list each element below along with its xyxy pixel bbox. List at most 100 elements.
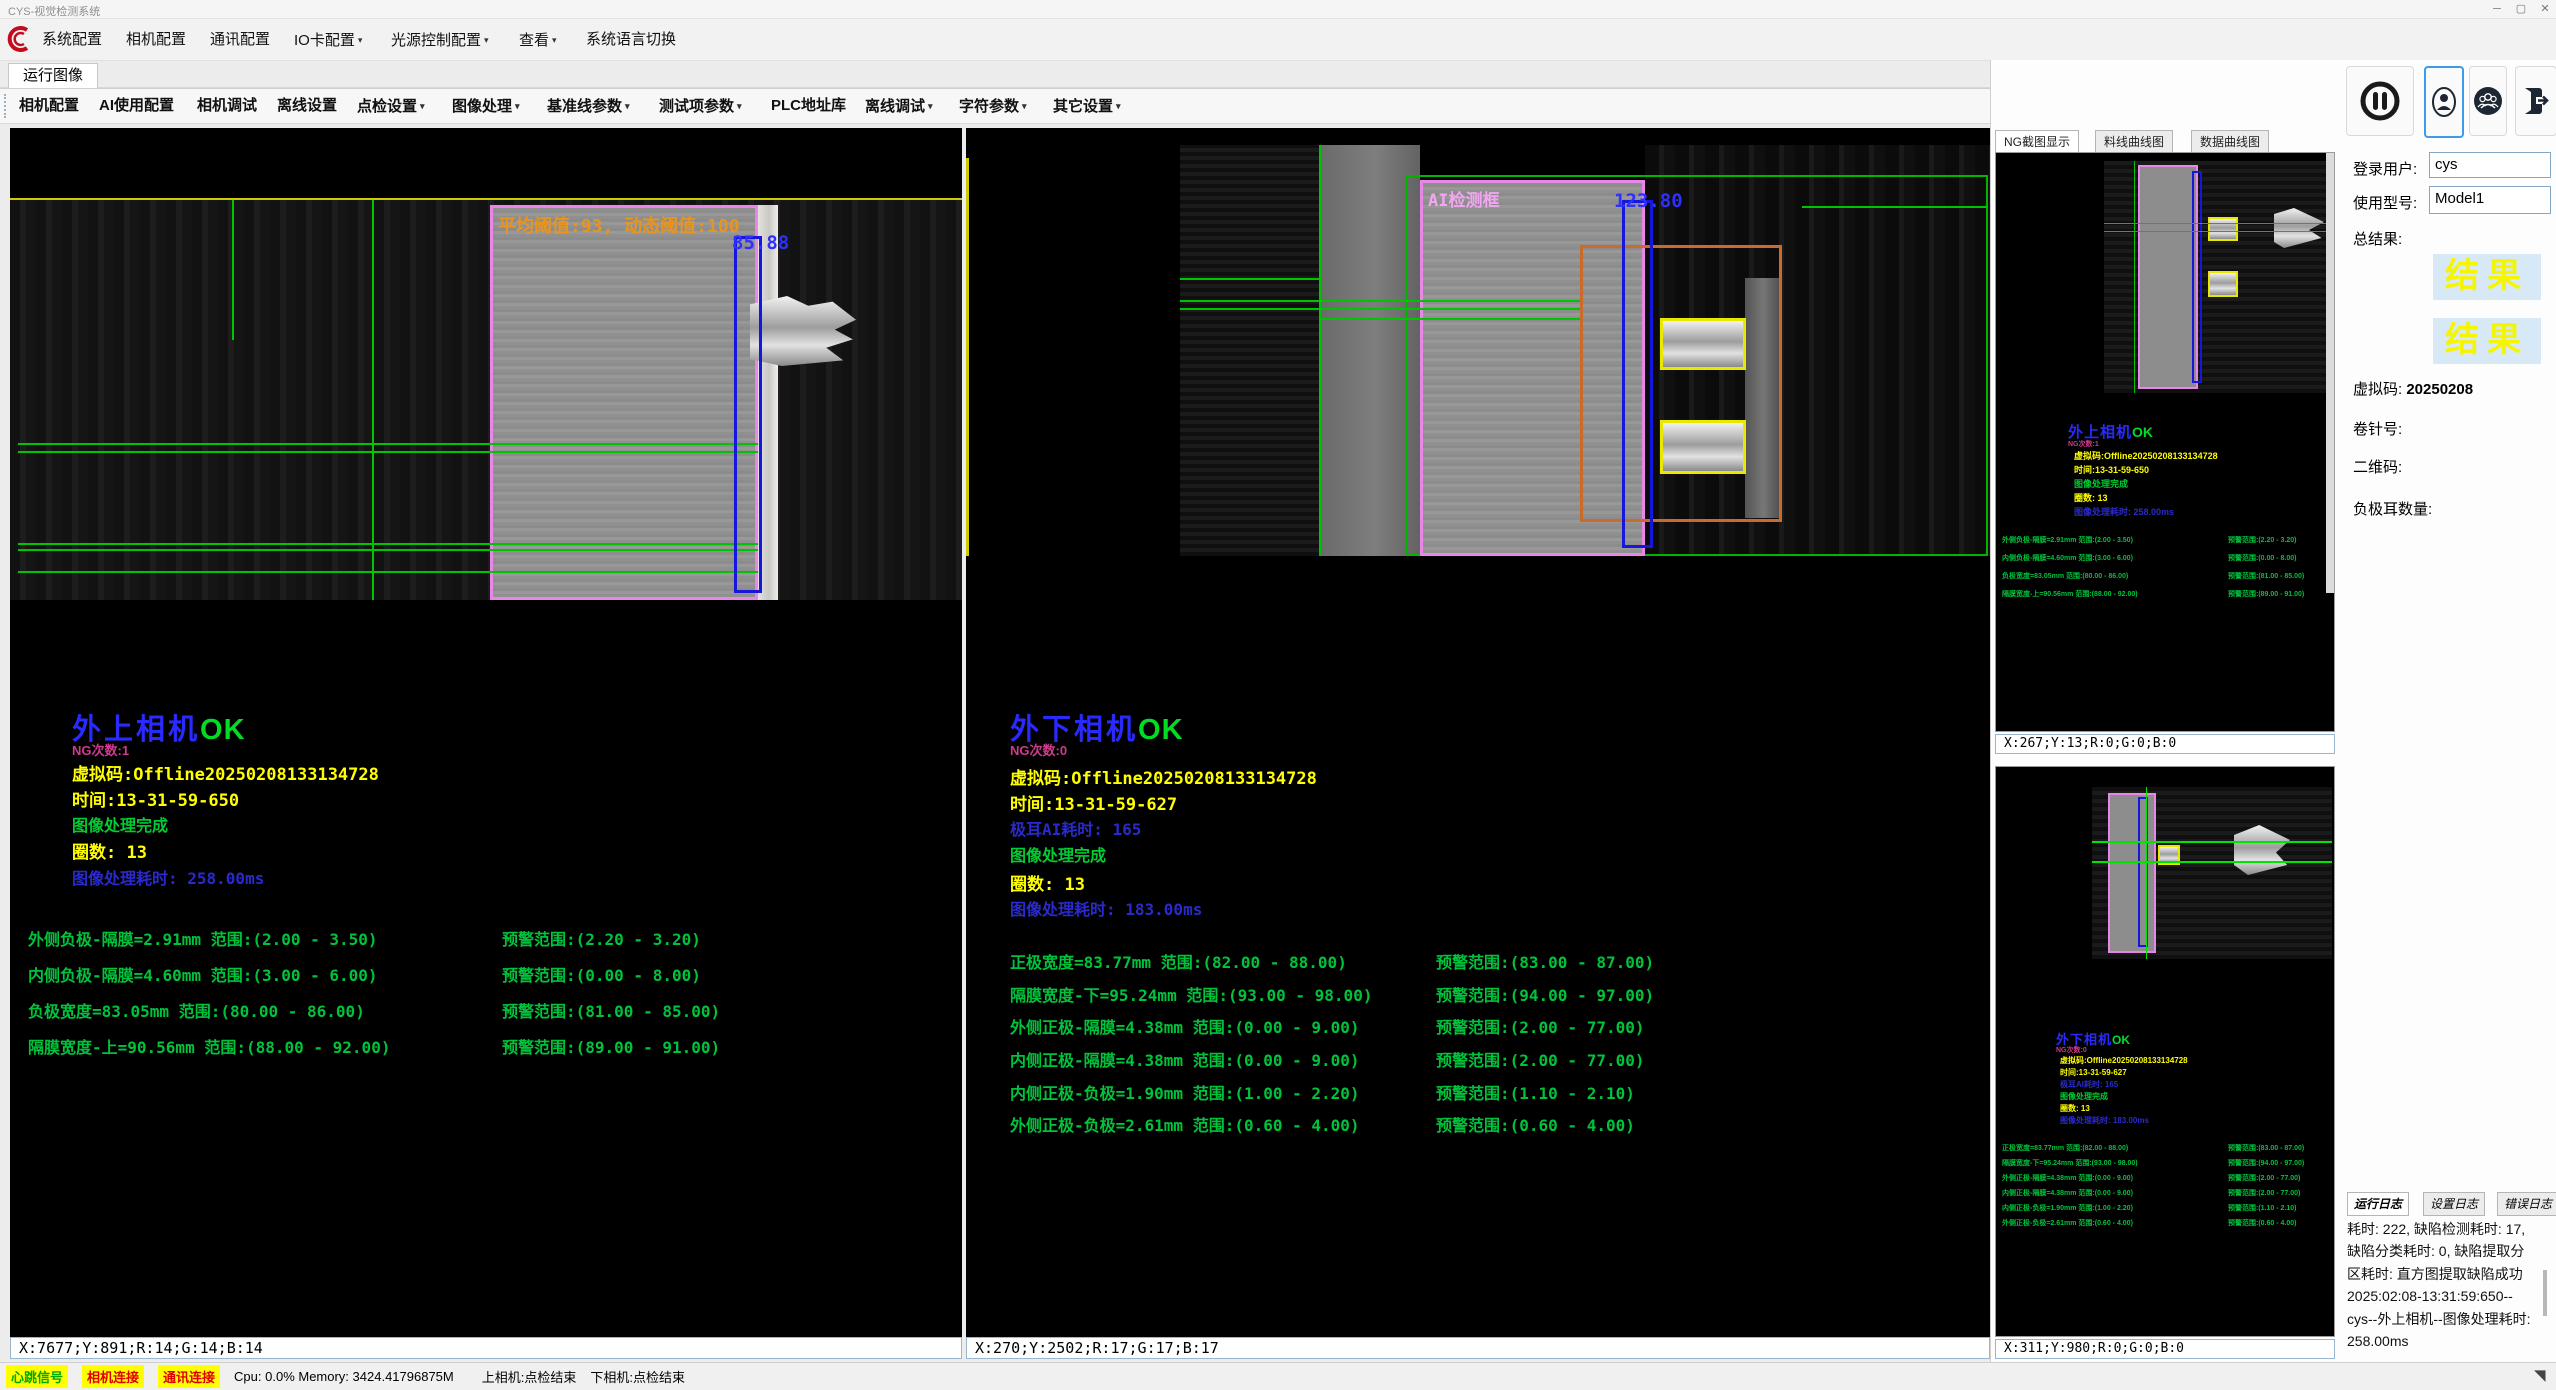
users-group-button[interactable]: [2469, 66, 2507, 136]
tab-error-log[interactable]: 错误日志: [2497, 1192, 2556, 1216]
tool-char-params[interactable]: 字符参数▾: [952, 94, 1034, 118]
menu-camera-config[interactable]: 相机配置: [120, 29, 192, 51]
tool-baseline-params[interactable]: 基准线参数▾: [540, 94, 637, 118]
tab-ng-display[interactable]: NG截图显示: [1995, 130, 2079, 154]
chevron-down-icon: ▾: [1116, 101, 1121, 111]
mini-done-text: 图像处理完成: [2074, 477, 2128, 490]
mini-loops-text: 圈数: 13: [2074, 491, 2108, 504]
lower-camera-check-text: 下相机:点检结束: [590, 1367, 685, 1386]
ng-count-text: NG次数:1: [72, 740, 129, 759]
menu-language-switch[interactable]: 系统语言切换: [580, 29, 682, 51]
thumbnail-scrollbar[interactable]: [2326, 153, 2334, 593]
log-scrollbar[interactable]: [2543, 1270, 2547, 1316]
tab-run-log[interactable]: 运行日志: [2347, 1192, 2409, 1216]
maximize-button[interactable]: ▢: [2510, 1, 2532, 17]
green-horizontal-line: [1802, 206, 1988, 208]
model-label: 使用型号:: [2353, 192, 2417, 213]
mini-time-text: 时间:13-31-59-627: [2060, 1067, 2127, 1078]
menu-io-config[interactable]: IO卡配置▾: [288, 29, 368, 51]
sidebar: NG截图显示 料线曲线图 数据曲线图 外上相机OK NG次数:1 虚拟码:Off…: [1990, 60, 2556, 1362]
green-horizontal-line: [1180, 278, 1320, 280]
yellow-tab-box: [1660, 318, 1746, 370]
tool-ai-use-config[interactable]: AI使用配置: [92, 94, 181, 118]
mini-measurement-row: 隔膜宽度-上=90.56mm 范围:(88.00 - 92.00)预警范围:(8…: [2002, 589, 2138, 599]
loop-count-text: 圈数: 13: [72, 838, 147, 863]
mini-measurement-row: 隔膜宽度-下=95.24mm 范围:(93.00 - 98.00)预警范围:(9…: [2002, 1158, 2138, 1168]
lower-camera-image-panel[interactable]: AI检测框 123.80 外下相机OK NG次数:0 虚拟码:Offline20…: [966, 128, 1990, 1337]
tool-test-item-params[interactable]: 测试项参数▾: [652, 94, 749, 118]
toolbar-grip-handle[interactable]: [4, 94, 10, 118]
tab-material-curve[interactable]: 料线曲线图: [2095, 130, 2173, 154]
menu-bar: 系统配置 相机配置 通讯配置 IO卡配置▾ 光源控制配置▾ 查看▾ 系统语言切换: [0, 19, 2556, 61]
process-done-text: 图像处理完成: [72, 812, 168, 836]
tab-data-curve[interactable]: 数据曲线图: [2191, 130, 2269, 154]
chevron-down-icon: ▾: [737, 101, 742, 111]
resize-grip-icon[interactable]: ◥: [2534, 1366, 2552, 1386]
pin-number-label: 卷针号:: [2353, 418, 2402, 439]
yellow-reference-line: [10, 198, 962, 200]
mini-code-text: 虚拟码:Offline20250208133134728: [2060, 1055, 2188, 1066]
measurement-row: 外侧负极-隔膜=2.91mm 范围:(2.00 - 3.50)预警范围:(2.2…: [28, 926, 378, 950]
user-login-button[interactable]: [2424, 66, 2464, 138]
tool-offline-debug[interactable]: 离线调试▾: [858, 94, 940, 118]
virtual-code-row: 虚拟码: 20250208: [2353, 378, 2473, 399]
chevron-down-icon: ▾: [484, 35, 489, 45]
tool-image-process[interactable]: 图像处理▾: [445, 94, 527, 118]
green-vertical-line: [232, 200, 234, 340]
tool-spot-check[interactable]: 点检设置▾: [350, 94, 432, 118]
mini-green-line: [2146, 787, 2147, 959]
tool-camera-debug[interactable]: 相机调试: [190, 94, 264, 118]
exit-logout-button[interactable]: [2515, 66, 2556, 136]
mini-measurement-row: 内侧负极-隔膜=4.60mm 范围:(3.00 - 6.00)预警范围:(0.0…: [2002, 553, 2133, 563]
upper-camera-image-panel[interactable]: 平均阈值:93, 动态阈值:100 85.88 外上相机OK NG次数:1 虚拟…: [10, 128, 962, 1337]
measurement-row: 外侧正极-负极=2.61mm 范围:(0.60 - 4.00)预警范围:(0.6…: [1010, 1112, 1360, 1136]
lower-camera-coordinate-bar: X:270;Y:2502;R:17;G:17;B:17: [966, 1337, 1990, 1359]
tab-run-image[interactable]: 运行图像: [8, 63, 98, 88]
measurement-row: 内侧正极-负极=1.90mm 范围:(1.00 - 2.20)预警范围:(1.1…: [1010, 1080, 1360, 1104]
tool-other-settings[interactable]: 其它设置▾: [1046, 94, 1128, 118]
blue-measure-box: [734, 236, 762, 593]
heartbeat-indicator: 心跳信号: [6, 1365, 68, 1388]
mini-yellow-box: [2208, 271, 2238, 297]
tab-setting-log[interactable]: 设置日志: [2423, 1192, 2485, 1216]
mini-green-line: [2104, 223, 2328, 224]
mini-pink-box: [2108, 793, 2156, 953]
threshold-overlay-text: 平均阈值:93, 动态阈值:100: [498, 212, 740, 238]
status-bar: 心跳信号 相机连接 通讯连接 Cpu: 0.0% Memory: 3424.41…: [0, 1362, 2556, 1390]
model-input[interactable]: Model1: [2429, 186, 2551, 214]
tool-offline-setting[interactable]: 离线设置: [270, 94, 344, 118]
cpu-memory-text: Cpu: 0.0% Memory: 3424.41796875M: [234, 1369, 454, 1384]
login-user-input[interactable]: cys: [2429, 152, 2551, 178]
ng-thumbnail-upper[interactable]: 外上相机OK NG次数:1 虚拟码:Offline202502081331347…: [1995, 152, 2335, 732]
menu-view[interactable]: 查看▾: [513, 29, 563, 51]
run-log-text: 耗时: 222, 缺陷检测耗时: 17, 缺陷分类耗时: 0, 缺陷提取分区耗时…: [2347, 1218, 2537, 1360]
negative-tab-count-label: 负极耳数量:: [2353, 498, 2432, 519]
minimize-button[interactable]: ─: [2486, 1, 2508, 17]
mini-measurement-row: 外侧正极-负极=2.61mm 范围:(0.60 - 4.00)预警范围:(0.6…: [2002, 1218, 2133, 1228]
measurement-row: 内侧负极-隔膜=4.60mm 范围:(3.00 - 6.00)预警范围:(0.0…: [28, 962, 378, 986]
mini-yellow-box: [2208, 217, 2238, 241]
result-badge-upper: 结果: [2433, 254, 2541, 300]
green-horizontal-line: [18, 543, 758, 545]
menu-light-config[interactable]: 光源控制配置▾: [385, 29, 495, 51]
mini-measurement-row: 内侧正极-隔膜=4.38mm 范围:(0.00 - 9.00)预警范围:(2.0…: [2002, 1188, 2133, 1198]
ai-box-label: AI检测框: [1428, 186, 1499, 211]
menu-comm-config[interactable]: 通讯配置: [204, 29, 276, 51]
result-badge-lower: 结果: [2433, 318, 2541, 364]
ai-detect-box-pink: [490, 205, 758, 600]
camera-connect-indicator: 相机连接: [82, 1365, 144, 1388]
tool-camera-config[interactable]: 相机配置: [12, 94, 86, 118]
green-horizontal-line: [18, 451, 758, 453]
mini-loops-text: 圈数: 13: [2060, 1103, 2090, 1114]
tool-plc-address[interactable]: PLC地址库: [764, 94, 853, 118]
mini-code-text: 虚拟码:Offline20250208133134728: [2074, 449, 2218, 462]
ng-thumbnail-lower[interactable]: 外下相机OK NG次数:0 虚拟码:Offline202502081331347…: [1995, 766, 2335, 1337]
menu-system-config[interactable]: 系统配置: [36, 29, 108, 51]
close-button[interactable]: ✕: [2534, 1, 2556, 17]
pause-button[interactable]: [2346, 66, 2414, 136]
orange-detect-box: [1580, 245, 1782, 522]
elapsed-text: 图像处理耗时: 258.00ms: [72, 865, 264, 889]
ai-elapsed-text: 极耳AI耗时: 165: [1010, 816, 1141, 840]
green-horizontal-line: [1180, 308, 1582, 310]
mini-green-line: [2092, 861, 2332, 863]
